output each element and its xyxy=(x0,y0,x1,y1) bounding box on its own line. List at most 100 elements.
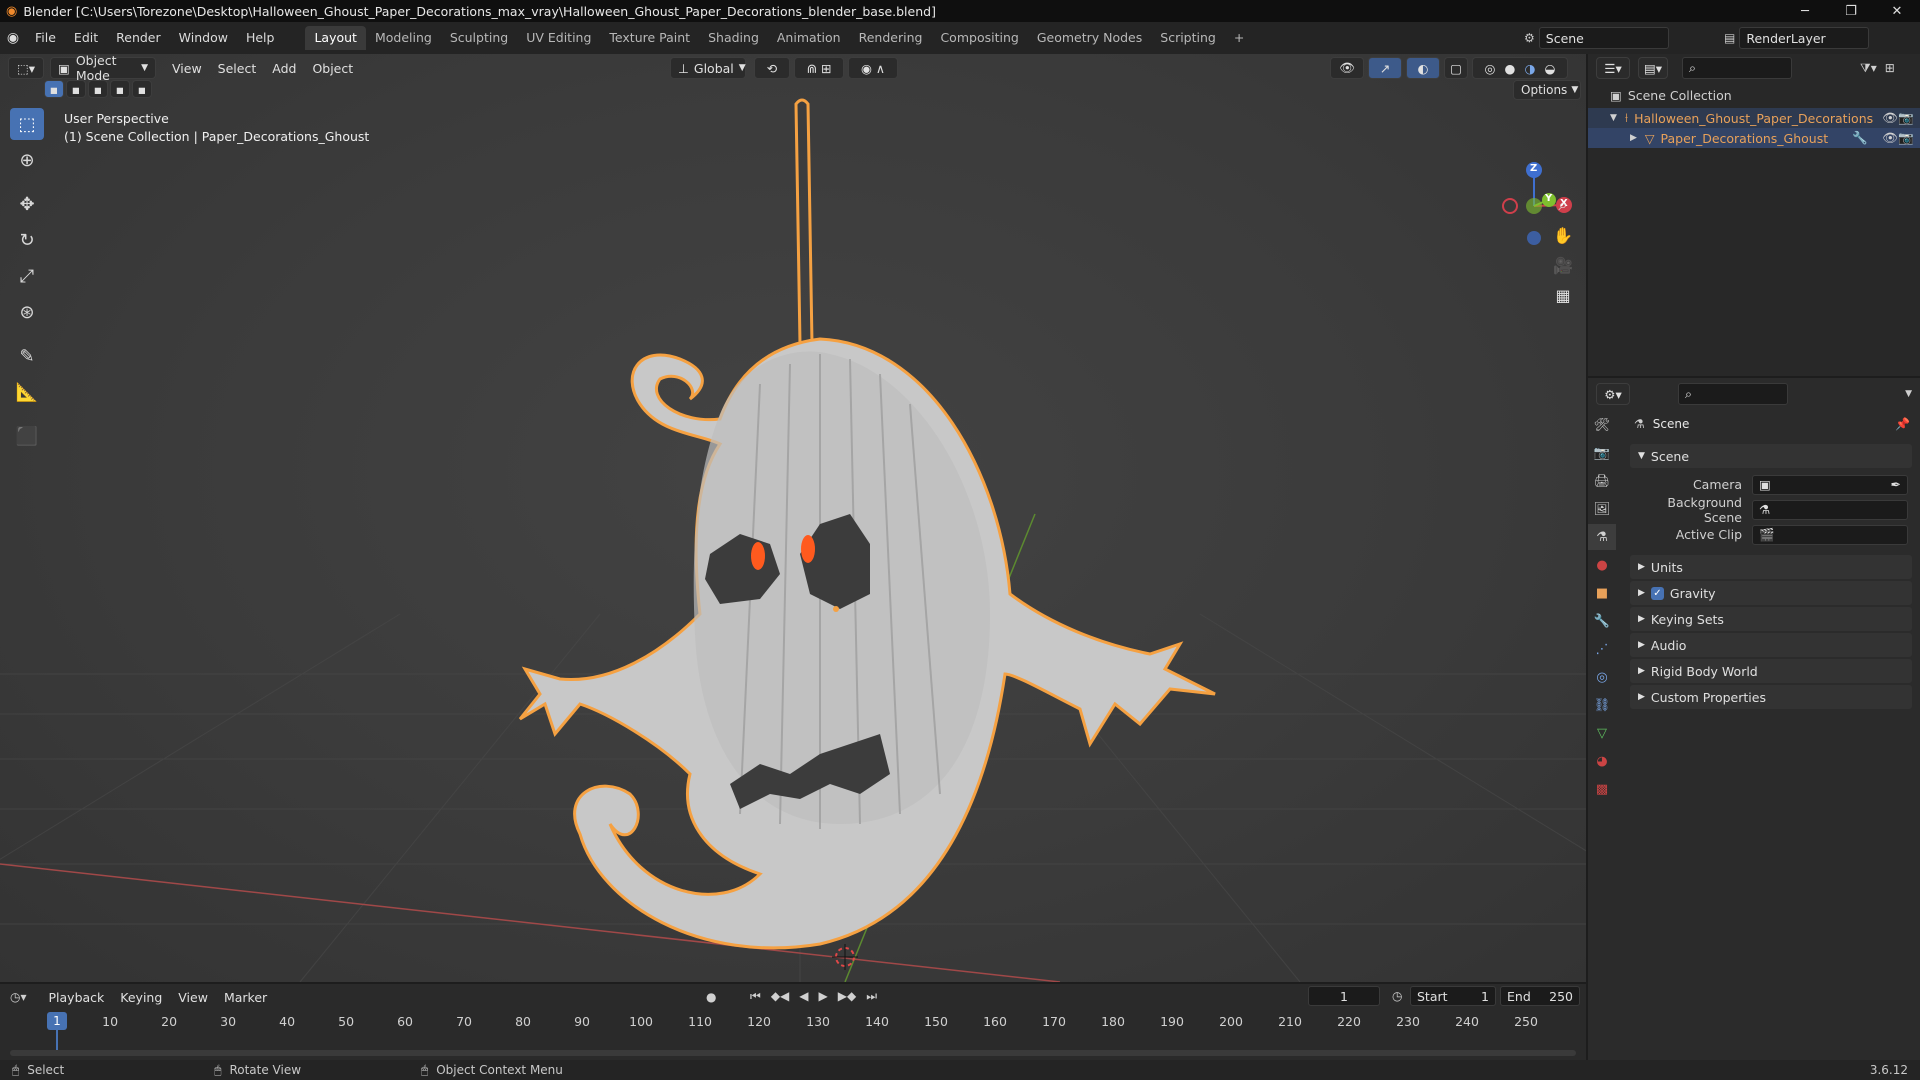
minimize-button[interactable]: ─ xyxy=(1782,0,1828,22)
tab-scripting[interactable]: Scripting xyxy=(1151,26,1225,50)
mode-selector[interactable]: ▣ Object Mode ▼ xyxy=(50,53,156,83)
editor-type-button[interactable]: ⬚▾ xyxy=(8,57,44,79)
menu-window[interactable]: Window xyxy=(170,27,237,49)
viewport-menu-select[interactable]: Select xyxy=(210,61,265,76)
select-subtract-icon[interactable]: ▪ xyxy=(88,80,108,98)
timeline-menu-playback[interactable]: Playback xyxy=(41,990,113,1005)
audio-panel-header[interactable]: ▶ Audio xyxy=(1630,633,1912,657)
transform-tool-icon[interactable]: ⊛ xyxy=(10,296,44,328)
menu-render[interactable]: Render xyxy=(107,27,170,49)
playhead[interactable]: 1 xyxy=(47,1012,67,1030)
view-layer-field[interactable]: RenderLayer xyxy=(1739,27,1870,49)
texture-tab-icon[interactable]: ▩ xyxy=(1588,776,1616,802)
add-workspace-button[interactable]: + xyxy=(1225,26,1253,50)
display-mode-button[interactable]: ▤▾ xyxy=(1638,57,1668,79)
solid-shading-icon[interactable]: ● xyxy=(1505,61,1516,76)
render-camera-icon[interactable]: 📷 xyxy=(1898,110,1914,126)
ortho-grid-icon[interactable]: ▦ xyxy=(1548,280,1578,310)
maximize-button[interactable]: ❐ xyxy=(1828,0,1874,22)
timeline-menu-keying[interactable]: Keying xyxy=(112,990,170,1005)
select-box-tool-icon[interactable]: ⬚ xyxy=(10,108,44,140)
annotate-tool-icon[interactable]: ✎ xyxy=(10,340,44,372)
world-tab-icon[interactable]: ● xyxy=(1588,552,1616,578)
background-scene-field[interactable]: ⚗ xyxy=(1752,499,1908,520)
transform-orientation-selector[interactable]: ⊥ Global ▼ xyxy=(670,57,746,79)
output-tab-icon[interactable]: 🖨 xyxy=(1588,468,1616,494)
close-button[interactable]: ✕ xyxy=(1874,0,1920,22)
tab-geometry-nodes[interactable]: Geometry Nodes xyxy=(1028,26,1151,50)
render-camera-icon[interactable]: 📷 xyxy=(1898,130,1914,146)
tool-tab-icon[interactable]: 🛠 xyxy=(1588,412,1616,438)
constraints-tab-icon[interactable]: ⛓ xyxy=(1588,692,1616,718)
eye-icon[interactable]: 👁 xyxy=(1882,110,1898,126)
visibility-button[interactable]: 👁 xyxy=(1330,57,1364,79)
viewport-menu-object[interactable]: Object xyxy=(304,61,361,76)
gizmo-toggle-button[interactable]: ↗ xyxy=(1368,57,1402,79)
properties-editor[interactable]: ⚙▾ ⌕ ▼ 🛠 📷 🖨 🖼 ⚗ ● ■ 🔧 ⋰ ◎ ⛓ ▽ ◕ ▩ ⚗ Sce… xyxy=(1588,378,1920,1060)
play-icon[interactable]: ▶ xyxy=(819,989,828,1004)
eye-icon[interactable]: 👁 xyxy=(1882,130,1898,146)
cursor-tool-icon[interactable]: ⊕ xyxy=(10,144,44,176)
physics-tab-icon[interactable]: ◎ xyxy=(1588,664,1616,690)
rigid-body-world-panel-header[interactable]: ▶ Rigid Body World xyxy=(1630,659,1912,683)
start-frame-field[interactable]: Start 1 xyxy=(1410,986,1496,1006)
viewport-menu-add[interactable]: Add xyxy=(264,61,304,76)
camera-field[interactable]: ▣ ✒ xyxy=(1752,474,1908,495)
new-collection-icon[interactable]: ⊞ xyxy=(1885,61,1895,75)
tab-texture-paint[interactable]: Texture Paint xyxy=(600,26,699,50)
pivot-point-button[interactable]: ⟲ xyxy=(754,57,790,79)
timeline-menu-view[interactable]: View xyxy=(170,990,216,1005)
preview-range-icon[interactable]: ◷ xyxy=(1392,989,1402,1003)
tab-shading[interactable]: Shading xyxy=(699,26,768,50)
zoom-icon[interactable]: ⌕ xyxy=(1548,190,1578,220)
object-tab-icon[interactable]: ■ xyxy=(1588,580,1616,606)
view-layer-selector[interactable]: ▤ RenderLayer xyxy=(1724,27,1870,49)
xray-button[interactable]: ▢ xyxy=(1444,57,1468,79)
select-intersect-icon[interactable]: ▪ xyxy=(132,80,152,98)
material-shading-icon[interactable]: ◑ xyxy=(1525,61,1536,76)
record-icon[interactable]: ● xyxy=(706,990,716,1004)
proportional-edit-button[interactable]: ◉ ∧ xyxy=(848,57,898,79)
select-invert-icon[interactable]: ▪ xyxy=(110,80,130,98)
play-reverse-icon[interactable]: ◀ xyxy=(799,989,808,1004)
camera-view-icon[interactable]: 🎥 xyxy=(1548,250,1578,280)
snap-button[interactable]: ⋒ ⊞ xyxy=(794,57,844,79)
tab-modeling[interactable]: Modeling xyxy=(366,26,441,50)
scene-panel-header[interactable]: ▼ Scene xyxy=(1630,444,1912,468)
pin-icon[interactable]: 📌 xyxy=(1895,417,1910,431)
select-new-icon[interactable]: ▪ xyxy=(44,80,64,98)
menu-file[interactable]: File xyxy=(26,27,65,49)
properties-editor-type-button[interactable]: ⚙▾ xyxy=(1596,383,1630,405)
scene-field[interactable]: Scene xyxy=(1538,27,1669,49)
measure-tool-icon[interactable]: 📐 xyxy=(10,376,44,408)
jump-end-icon[interactable]: ⏭ xyxy=(866,989,877,1004)
view-layer-tab-icon[interactable]: 🖼 xyxy=(1588,496,1616,522)
tab-sculpting[interactable]: Sculpting xyxy=(441,26,517,50)
wireframe-shading-icon[interactable]: ◎ xyxy=(1485,61,1496,76)
data-tab-icon[interactable]: ▽ xyxy=(1588,720,1616,746)
move-tool-icon[interactable]: ✥ xyxy=(10,188,44,220)
outliner-row-empty[interactable]: ▼ ⟊ Halloween_Ghoust_Paper_Decorations 👁… xyxy=(1588,108,1920,128)
menu-help[interactable]: Help xyxy=(237,27,284,49)
tab-animation[interactable]: Animation xyxy=(768,26,850,50)
custom-properties-panel-header[interactable]: ▶ Custom Properties xyxy=(1630,685,1912,709)
eyedropper-icon[interactable]: ✒ xyxy=(1891,477,1901,492)
blender-menu-icon[interactable]: ◉ xyxy=(0,30,26,46)
keying-sets-panel-header[interactable]: ▶ Keying Sets xyxy=(1630,607,1912,631)
render-tab-icon[interactable]: 📷 xyxy=(1588,440,1616,466)
pan-hand-icon[interactable]: ✋ xyxy=(1548,220,1578,250)
prev-keyframe-icon[interactable]: ◆◀ xyxy=(771,989,789,1004)
timeline-menu-marker[interactable]: Marker xyxy=(216,990,275,1005)
outliner-row-scene-collection[interactable]: ▣ Scene Collection xyxy=(1588,82,1920,108)
tab-uv-editing[interactable]: UV Editing xyxy=(517,26,600,50)
options-button[interactable]: Options ▼ xyxy=(1513,80,1581,100)
current-frame-field[interactable]: 1 xyxy=(1308,986,1380,1006)
outliner-editor-type-button[interactable]: ☰▾ xyxy=(1596,57,1630,79)
properties-search-input[interactable]: ⌕ xyxy=(1678,383,1788,405)
modifier-tab-icon[interactable]: 🔧 xyxy=(1588,608,1616,634)
outliner[interactable]: ☰▾ ▤▾ ⌕ ⧩▾ ⊞ ▣ Scene Collection ▼ ⟊ Hall… xyxy=(1588,54,1920,376)
gravity-panel-header[interactable]: ▶ ✓ Gravity xyxy=(1630,581,1912,605)
3d-viewport[interactable]: User Perspective (1) Scene Collection | … xyxy=(0,54,1586,982)
scale-tool-icon[interactable]: ⤢ xyxy=(10,260,44,292)
next-keyframe-icon[interactable]: ▶◆ xyxy=(838,989,856,1004)
